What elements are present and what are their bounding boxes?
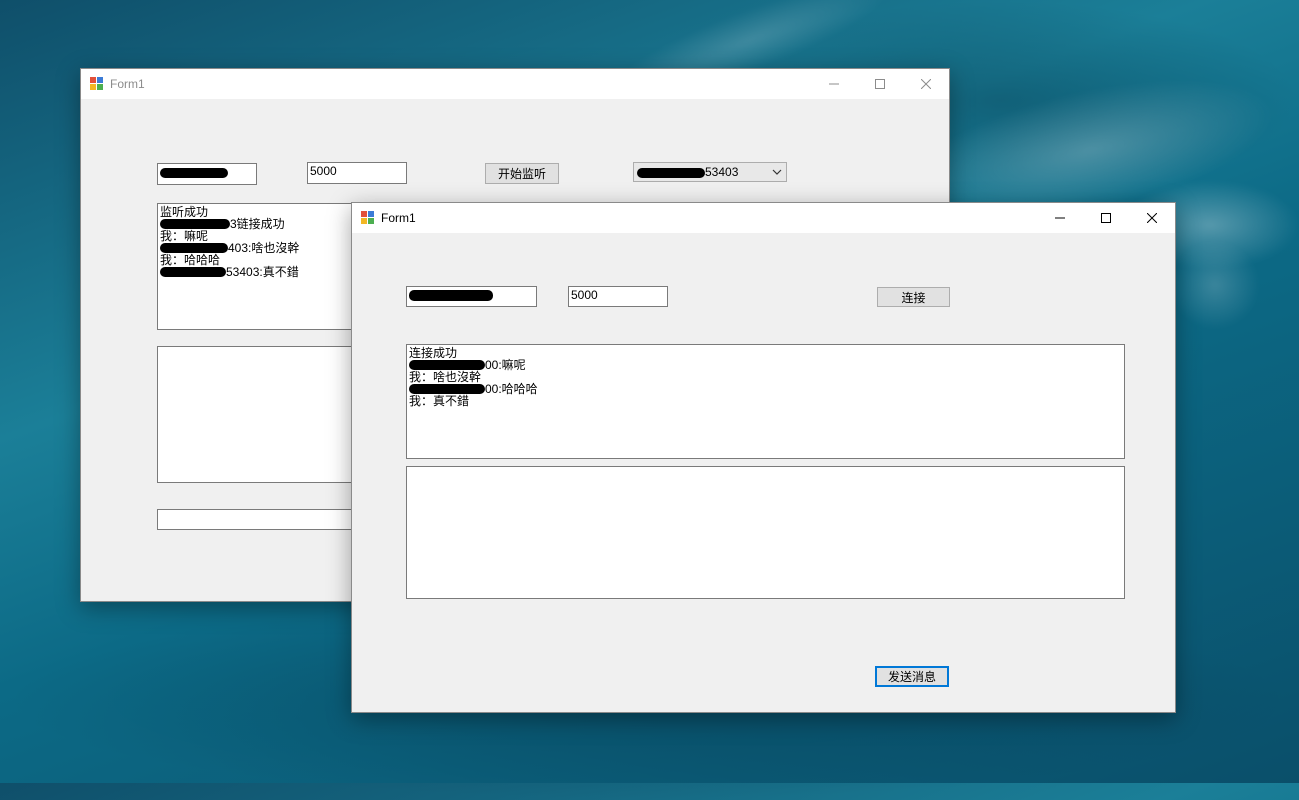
client-message-input[interactable]: [406, 466, 1125, 599]
minimize-icon: [829, 83, 839, 85]
port-field[interactable]: 5000: [568, 286, 668, 307]
server-window-titlebar[interactable]: Form1: [81, 69, 949, 99]
maximize-button[interactable]: [857, 69, 903, 99]
server-extra-field[interactable]: [157, 509, 357, 530]
minimize-button[interactable]: [1037, 203, 1083, 233]
redacted-text: [409, 290, 493, 302]
minimize-button[interactable]: [811, 69, 857, 99]
window-title: Form1: [381, 211, 416, 225]
maximize-button[interactable]: [1083, 203, 1129, 233]
port-field[interactable]: 5000: [307, 162, 407, 184]
maximize-icon: [1101, 213, 1111, 223]
log-line: 我：真不錯: [409, 394, 470, 408]
client-select-value: 53403: [705, 165, 739, 179]
winforms-app-icon: [361, 211, 375, 225]
server-message-input[interactable]: [157, 346, 357, 483]
server-log-textbox[interactable]: 监听成功 3链接成功 我：嘛呢 403:啥也沒幹 我：哈哈哈 53403:真不錯: [157, 203, 357, 330]
client-select[interactable]: 53403: [633, 162, 787, 182]
log-line: 00:哈哈哈: [409, 383, 1122, 395]
close-icon: [921, 79, 931, 89]
client-log-textbox[interactable]: 连接成功 00:嘛呢 我：啥也沒幹 00:哈哈哈 我：真不錯: [406, 344, 1125, 459]
redacted-text: [637, 167, 705, 178]
ip-address-field[interactable]: [157, 163, 257, 185]
chevron-down-icon: [772, 169, 782, 175]
close-button[interactable]: [1129, 203, 1175, 233]
maximize-icon: [875, 79, 885, 89]
send-message-button[interactable]: 发送消息: [875, 666, 949, 687]
log-line: 53403:真不錯: [160, 266, 354, 278]
redacted-text: [160, 167, 228, 178]
close-icon: [1147, 213, 1157, 223]
window-title: Form1: [110, 77, 145, 91]
client-window[interactable]: Form1 5000 连接 连接成功 00:嘛呢 我：啥也沒幹 00:哈哈哈 我…: [351, 202, 1176, 713]
connect-button[interactable]: 连接: [877, 287, 950, 307]
server-ip-field[interactable]: [406, 286, 537, 307]
close-button[interactable]: [903, 69, 949, 99]
winforms-app-icon: [90, 77, 104, 91]
log-line: 00:嘛呢: [409, 359, 1122, 371]
start-listening-button[interactable]: 开始监听: [485, 163, 559, 184]
client-window-titlebar[interactable]: Form1: [352, 203, 1175, 233]
minimize-icon: [1055, 217, 1065, 219]
